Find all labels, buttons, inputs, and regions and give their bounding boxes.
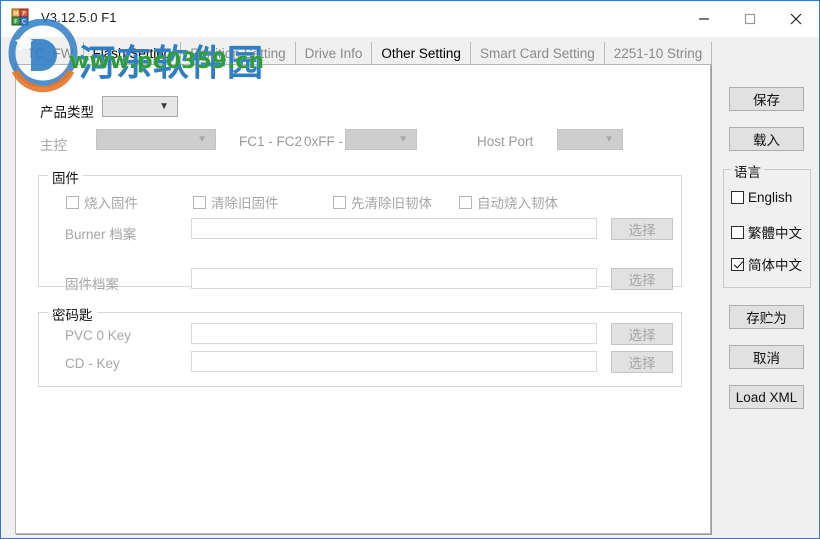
tab-other-setting[interactable]: Other Setting xyxy=(372,42,471,65)
tab-partition-setting[interactable]: Partition Setting xyxy=(181,42,296,65)
application-window: M P F C V3.12.5.0 F1 TC_FW Flash Setting… xyxy=(0,0,820,539)
product-type-dropdown[interactable]: ▼ xyxy=(102,96,178,117)
checkbox-label: English xyxy=(748,190,793,205)
checkbox-label: 先清除旧韧体 xyxy=(351,196,432,211)
checkbox-label: 烧入固件 xyxy=(84,196,138,211)
checkbox-box xyxy=(731,191,744,204)
language-group-title: 语言 xyxy=(731,161,764,181)
tab-smart-card-setting[interactable]: Smart Card Setting xyxy=(471,42,605,65)
close-icon[interactable] xyxy=(773,1,819,37)
cancel-button[interactable]: 取消 xyxy=(729,345,804,369)
firmware-group-title: 固件 xyxy=(48,167,83,187)
svg-text:F: F xyxy=(14,19,18,26)
chevron-down-icon: ▼ xyxy=(398,133,408,145)
checkbox-burn-firmware[interactable]: 烧入固件 xyxy=(66,192,138,212)
product-type-label: 产品类型 xyxy=(40,105,94,120)
pvc0-key-label: PVC 0 Key xyxy=(65,328,132,343)
burner-file-input[interactable] xyxy=(191,218,597,239)
chevron-down-icon: ▼ xyxy=(197,133,207,145)
tab-strip: TC_FW Flash Setting Partition Setting Dr… xyxy=(23,41,713,65)
checkbox-label: 清除旧固件 xyxy=(211,196,279,211)
checkbox-box xyxy=(333,195,346,209)
tab-drive-info[interactable]: Drive Info xyxy=(296,42,373,65)
checkbox-box xyxy=(193,195,206,209)
tab-tc-fw[interactable]: TC_FW xyxy=(23,42,84,65)
tab-label: Flash Setting xyxy=(92,46,172,61)
checkbox-erase-old-firmware[interactable]: 清除旧固件 xyxy=(193,192,279,212)
firmware-file-browse-button[interactable]: 选择 xyxy=(611,268,673,290)
window-title: V3.12.5.0 F1 xyxy=(41,10,117,25)
password-key-group-title: 密码匙 xyxy=(48,304,97,324)
save-button[interactable]: 保存 xyxy=(729,87,804,111)
svg-text:P: P xyxy=(22,11,26,18)
checkbox-label: 自动烧入韧体 xyxy=(477,196,558,211)
cd-key-browse-button[interactable]: 选择 xyxy=(611,351,673,373)
title-bar: M P F C V3.12.5.0 F1 xyxy=(1,1,819,37)
cd-key-input[interactable] xyxy=(191,351,597,372)
chevron-down-icon: ▼ xyxy=(604,133,614,145)
load-xml-button[interactable]: Load XML xyxy=(729,385,804,409)
firmware-file-label: 固件档案 xyxy=(65,277,119,292)
host-port-dropdown[interactable]: ▼ xyxy=(557,129,623,150)
svg-text:C: C xyxy=(22,19,26,26)
tab-label: Smart Card Setting xyxy=(479,46,595,61)
fc-value-dropdown[interactable]: ▼ xyxy=(345,129,417,150)
pvc0-key-input[interactable] xyxy=(191,323,597,344)
pvc0-key-browse-button[interactable]: 选择 xyxy=(611,323,673,345)
tab-label: Partition Setting xyxy=(190,46,286,61)
firmware-group: 固件 烧入固件 清除旧固件 先清除旧韧体 自动烧入韧体 Burner 档案 选择… xyxy=(38,167,682,292)
tab-2251-10-string[interactable]: 2251-10 String xyxy=(605,42,713,65)
firmware-file-input[interactable] xyxy=(191,268,597,289)
checkbox-auto-burn[interactable]: 自动烧入韧体 xyxy=(459,192,558,212)
checkbox-label: 繁體中文 xyxy=(748,226,802,241)
checkbox-label: 简体中文 xyxy=(748,258,802,273)
burner-file-label: Burner 档案 xyxy=(65,227,137,242)
tab-label: TC_FW xyxy=(27,46,74,61)
checkbox-box xyxy=(66,195,79,209)
checkbox-language-simplified-chinese[interactable]: 简体中文 xyxy=(731,254,802,274)
minimize-icon[interactable] xyxy=(681,1,727,37)
checkbox-box xyxy=(731,225,744,239)
host-port-label: Host Port xyxy=(477,134,534,149)
fc-value-label: 0xFF - xyxy=(304,134,343,149)
burner-file-browse-button[interactable]: 选择 xyxy=(611,218,673,240)
checkbox-box xyxy=(459,195,472,209)
tab-label: Other Setting xyxy=(381,46,461,61)
load-button[interactable]: 载入 xyxy=(729,127,804,151)
maximize-icon[interactable] xyxy=(727,1,773,37)
chip-fw-icon: M P F C xyxy=(9,7,31,29)
chevron-down-icon: ▼ xyxy=(159,100,169,112)
checkbox-box xyxy=(731,257,744,271)
right-sidebar: 保存 载入 语言 English 繁體中文 简体中文 存贮为 取消 Load X… xyxy=(713,41,819,511)
svg-text:M: M xyxy=(13,11,18,18)
window-controls xyxy=(681,1,819,37)
tab-flash-setting[interactable]: Flash Setting xyxy=(84,42,182,65)
password-key-group: 密码匙 PVC 0 Key 选择 CD - Key 选择 xyxy=(38,304,682,387)
tab-label: 2251-10 String xyxy=(613,46,703,61)
checkbox-language-traditional-chinese[interactable]: 繁體中文 xyxy=(731,222,802,242)
checkbox-erase-before-burn[interactable]: 先清除旧韧体 xyxy=(333,192,432,212)
cd-key-label: CD - Key xyxy=(65,356,120,371)
language-group: 语言 English 繁體中文 简体中文 xyxy=(723,161,811,288)
controller-dropdown[interactable]: ▼ xyxy=(96,129,216,150)
tab-label: Drive Info xyxy=(304,46,363,61)
save-as-button[interactable]: 存贮为 xyxy=(729,305,804,329)
other-setting-panel: 产品类型 ▼ 主控 ▼ FC1 - FC2 0xFF - ▼ Host Port… xyxy=(15,64,711,534)
checkbox-language-english[interactable]: English xyxy=(731,190,792,205)
controller-label: 主控 xyxy=(40,138,67,153)
fc-range-label: FC1 - FC2 xyxy=(239,134,303,149)
